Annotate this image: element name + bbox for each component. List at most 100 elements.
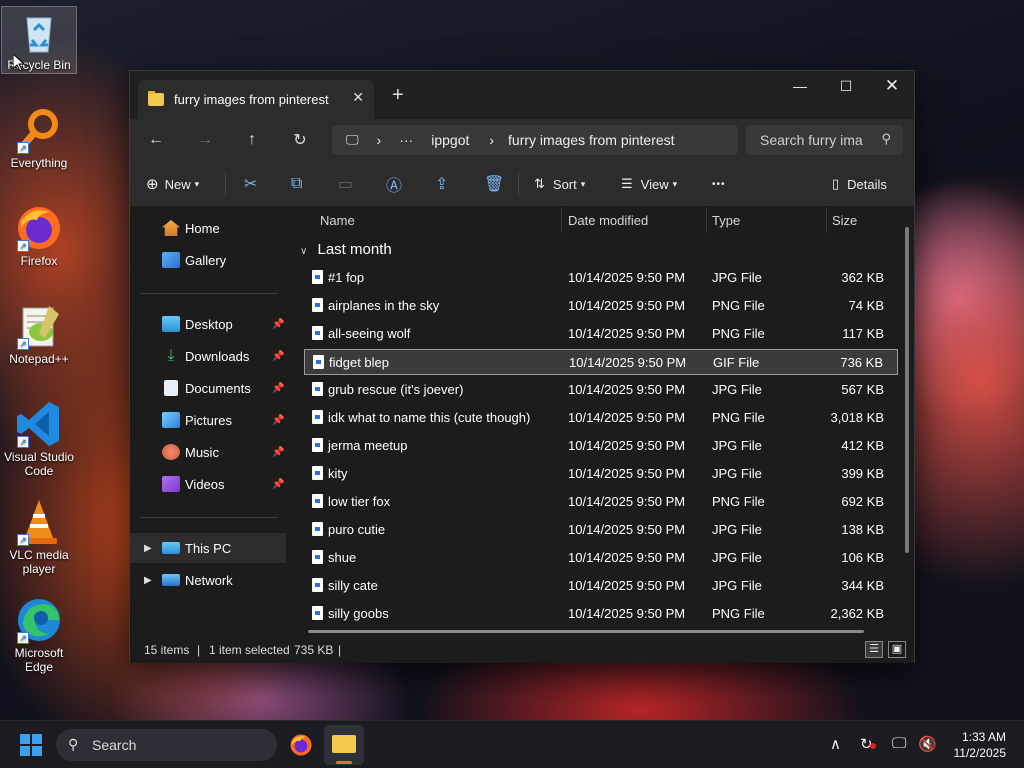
table-row[interactable]: puro cutie 10/14/2025 9:50 PM JPG File 138 …	[304, 517, 898, 543]
desktop-icon-vscode[interactable]: ↗ Visual Studio Code	[0, 400, 78, 478]
column-header-name[interactable]: Name	[320, 207, 355, 233]
table-row[interactable]: shue 10/14/2025 9:50 PM JPG File 106 KB	[304, 545, 898, 571]
sidebar-item-music[interactable]: Music 📌	[130, 437, 288, 467]
chevron-right-icon[interactable]: ▶	[144, 543, 152, 554]
sidebar-item-home[interactable]: Home	[130, 213, 288, 243]
table-row[interactable]: #1 fop 10/14/2025 9:50 PM JPG File 362 KB	[304, 265, 898, 291]
table-row[interactable]: grub rescue (it's joever) 10/14/2025 9:50…	[304, 377, 898, 403]
table-row[interactable]: idk what to name this (cute though) 10/14…	[304, 405, 898, 431]
table-row[interactable]: airplanes in the sky 10/14/2025 9:50 PM PN…	[304, 293, 898, 319]
sidebar-item-documents[interactable]: Documents 📌	[130, 373, 288, 403]
plus-circle-icon: ⊕	[146, 176, 159, 193]
copy-button[interactable]: ⧉	[291, 161, 302, 207]
delete-button[interactable]: 🗑	[484, 161, 504, 207]
table-row[interactable]: silly cate 10/14/2025 9:50 PM JPG File 344 …	[304, 573, 898, 599]
desktop-icon-edge[interactable]: ↗ Microsoft Edge	[0, 596, 78, 674]
up-button[interactable]: ↑	[236, 125, 268, 155]
new-button[interactable]: ⊕ New ▾	[146, 161, 199, 207]
taskbar-search[interactable]: ⚲ Search	[56, 729, 277, 761]
desktop-icon-label: Firefox	[20, 254, 58, 268]
pin-icon[interactable]: 📌	[272, 351, 284, 362]
desktop-icon-recycle-bin[interactable]: Recycle Bin	[0, 6, 78, 74]
taskbar-search-label: Search	[92, 737, 137, 753]
pin-icon[interactable]: 📌	[272, 319, 284, 330]
address-bar[interactable]: 🖵 › ··· ippgot › furry images from pinte…	[332, 125, 738, 155]
maximize-button[interactable]: ☐	[823, 71, 869, 101]
table-row[interactable]: all-seeing wolf 10/14/2025 9:50 PM PNG Fil…	[304, 321, 898, 347]
title-bar[interactable]: furry images from pinterest ✕ + — ☐ ✕	[130, 71, 914, 119]
desktop-icon-everything[interactable]: ↗ Everything	[0, 106, 78, 170]
column-divider[interactable]	[826, 207, 827, 233]
pin-icon[interactable]: 📌	[272, 479, 284, 490]
sidebar-item-this-pc[interactable]: ▶ This PC	[130, 533, 286, 563]
desktop-icon-firefox[interactable]: ↗ Firefox	[0, 204, 78, 268]
table-row[interactable]: low tier fox 10/14/2025 9:50 PM PNG File 69…	[304, 489, 898, 515]
sidebar-item-downloads[interactable]: ⤓ Downloads 📌	[130, 341, 288, 371]
details-pane-button[interactable]: ▯ Details	[832, 161, 887, 207]
table-row[interactable]: fidget blep 10/14/2025 9:50 PM GIF File 736…	[304, 349, 898, 375]
desktop-icon-vlc[interactable]: ↗ VLC media player	[0, 498, 78, 576]
see-more-button[interactable]: •••	[712, 161, 726, 207]
minimize-button[interactable]: —	[777, 71, 823, 101]
back-button[interactable]: ←	[140, 125, 172, 155]
pin-icon[interactable]: 📌	[272, 383, 284, 394]
breadcrumb-parent[interactable]: ippgot	[431, 132, 469, 148]
taskbar-firefox[interactable]	[289, 733, 313, 757]
network-icon[interactable]: 🖵	[892, 735, 906, 752]
show-hidden-icons-button[interactable]: ∧	[830, 735, 841, 753]
close-tab-icon[interactable]: ✕	[352, 89, 364, 106]
sync-icon[interactable]: ↻	[860, 735, 876, 753]
sidebar-item-network[interactable]: ▶ Network	[130, 565, 288, 595]
sidebar-item-pictures[interactable]: Pictures 📌	[130, 405, 288, 435]
horizontal-scrollbar[interactable]	[308, 630, 864, 633]
forward-button[interactable]: →	[189, 125, 221, 155]
search-icon: ⚲	[881, 131, 891, 146]
desktop-icon-notepadpp[interactable]: ↗ Notepad++	[0, 302, 78, 366]
close-window-button[interactable]: ✕	[869, 71, 915, 101]
column-header-date[interactable]: Date modified	[568, 207, 648, 233]
breadcrumb-current[interactable]: furry images from pinterest	[508, 132, 675, 148]
firefox-icon	[290, 734, 312, 756]
file-size: 117 KB	[842, 326, 884, 341]
file-icon	[312, 326, 323, 340]
taskbar-file-explorer[interactable]	[324, 725, 364, 765]
table-row[interactable]: silly goobs 10/14/2025 9:50 PM PNG File 2,3…	[304, 601, 898, 627]
sort-button[interactable]: ⇅ Sort ▾	[534, 161, 585, 207]
file-size: 736 KB	[840, 355, 883, 370]
new-tab-button[interactable]: +	[392, 84, 404, 107]
pin-icon[interactable]: 📌	[272, 447, 284, 458]
sidebar-item-gallery[interactable]: Gallery	[130, 245, 288, 275]
breadcrumb-overflow[interactable]: ···	[399, 132, 413, 148]
column-header-size[interactable]: Size	[832, 207, 857, 233]
tab-active[interactable]: furry images from pinterest ✕	[138, 80, 374, 119]
paste-button[interactable]: ▭	[338, 161, 353, 207]
clock[interactable]: 1:33 AM 11/2/2025	[954, 729, 1007, 761]
vertical-scrollbar[interactable]	[905, 227, 909, 553]
file-explorer-window[interactable]: furry images from pinterest ✕ + — ☐ ✕ ← …	[129, 70, 915, 663]
more-icon: •••	[712, 178, 726, 190]
chevron-right-icon[interactable]: ▶	[144, 575, 152, 586]
view-button[interactable]: ☰ View ▾	[621, 161, 677, 207]
group-header[interactable]: ∨ Last month	[300, 241, 392, 258]
refresh-button[interactable]: ↻	[284, 125, 316, 155]
column-header-type[interactable]: Type	[712, 207, 740, 233]
search-placeholder: Search furry ima	[760, 132, 863, 148]
chevron-down-icon: ▾	[580, 178, 586, 189]
large-icons-view-button[interactable]: ▣	[888, 641, 906, 658]
column-divider[interactable]	[706, 207, 707, 233]
table-row[interactable]: kity 10/14/2025 9:50 PM JPG File 399 KB	[304, 461, 898, 487]
sidebar-item-videos[interactable]: Videos 📌	[130, 469, 288, 499]
file-icon	[312, 522, 323, 536]
table-row[interactable]: jerma meetup 10/14/2025 9:50 PM JPG File 41…	[304, 433, 898, 459]
share-button[interactable]: ⇪	[435, 161, 448, 207]
column-divider[interactable]	[561, 207, 562, 233]
sidebar-item-desktop[interactable]: Desktop 📌	[130, 309, 288, 339]
start-button[interactable]	[20, 734, 42, 756]
pin-icon[interactable]: 📌	[272, 415, 284, 426]
rename-button[interactable]: Ⓐ	[386, 161, 402, 207]
cut-button[interactable]: ✂	[244, 161, 257, 207]
file-list: Name Date modified Type Size ∨ Last mont…	[290, 207, 914, 634]
search-input[interactable]: Search furry ima ⚲	[746, 125, 903, 155]
volume-muted-icon[interactable]: 🔇	[918, 735, 937, 753]
details-view-button[interactable]: ☰	[865, 641, 883, 658]
